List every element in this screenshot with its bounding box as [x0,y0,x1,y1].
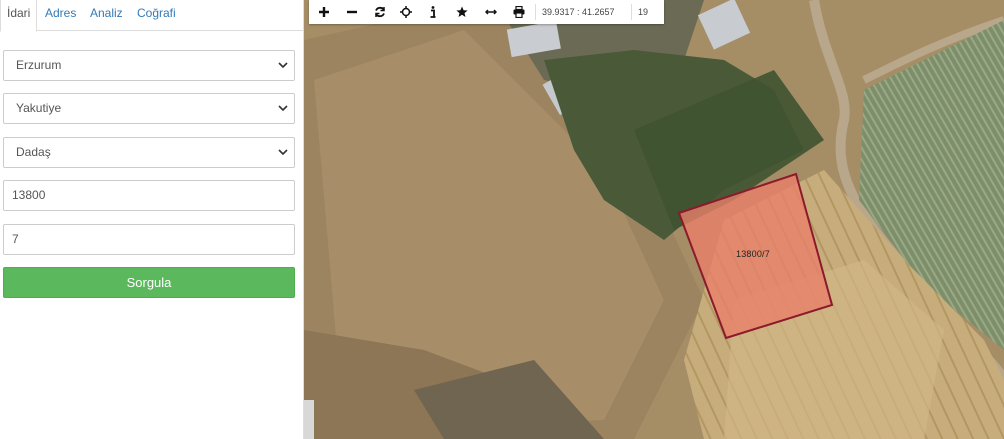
district-value: Yakutiye [16,101,62,115]
plus-icon [319,7,329,17]
chevron-down-icon [278,105,288,112]
province-select[interactable]: Erzurum [3,50,295,81]
zoom-out-button[interactable] [339,0,365,24]
info-button[interactable] [420,0,446,24]
block-value: 13800 [12,188,46,202]
map-view[interactable]: 13800/7 39.9317: 41.2657 19 [304,0,1004,439]
measure-icon [485,9,497,15]
neighborhood-value: Dadaş [16,145,51,159]
query-button[interactable]: Sorgula [3,267,295,298]
tab-adres[interactable]: Adres [39,0,82,31]
parcel-label: 13800/7 [736,249,770,259]
parcel-value: 7 [12,232,19,246]
measure-button[interactable] [478,0,504,24]
crosshair-icon [400,6,412,18]
star-icon [456,6,468,17]
province-value: Erzurum [16,58,62,72]
neighborhood-select[interactable]: Dadaş [3,137,295,168]
district-select[interactable]: Yakutiye [3,93,295,124]
refresh-icon [375,6,385,18]
satellite-imagery [304,0,1004,439]
favorite-button[interactable] [449,0,475,24]
zoom-in-button[interactable] [311,0,337,24]
coordinate-readout: 39.9317 : 41.2657 [535,4,636,20]
zoom-level-readout: 19 [631,4,662,20]
parcel-input[interactable]: 7 [3,224,295,255]
refresh-button[interactable] [367,0,393,24]
print-button[interactable] [506,0,532,24]
query-panel: İdari Adres Analiz Coğrafi Erzurum Yakut… [0,0,304,439]
info-icon [430,6,436,18]
tab-idari[interactable]: İdari [0,0,37,32]
chevron-down-icon [278,149,288,156]
tab-bar: İdari Adres Analiz Coğrafi [0,0,303,32]
print-icon [513,6,525,18]
block-input[interactable]: 13800 [3,180,295,211]
locate-button[interactable] [393,0,419,24]
tab-cografi[interactable]: Coğrafi [131,0,182,31]
chevron-down-icon [278,62,288,69]
map-toolbar: 39.9317 : 41.2657 19 [309,0,664,24]
tab-analiz[interactable]: Analiz [84,0,129,31]
minus-icon [347,10,357,14]
